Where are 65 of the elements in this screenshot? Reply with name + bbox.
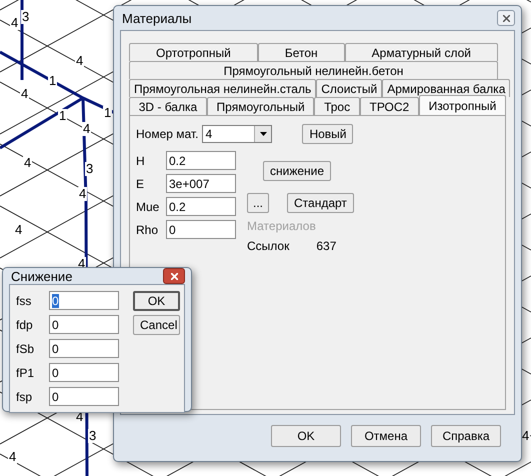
close-button[interactable] [497,10,515,26]
tab[interactable]: Ортотропный [129,43,258,61]
window-title: Снижение [11,268,72,284]
dialog-button[interactable]: OK [133,291,180,311]
node-label: 4 [14,223,24,237]
tab[interactable]: Прямоугольная нелинейн.сталь [129,79,316,97]
input-field[interactable]: 0 [49,315,119,334]
tab[interactable]: Трос [314,97,360,115]
node-label: 4 [20,87,30,101]
field-label: fdp [16,318,34,332]
tab[interactable]: Прямоугольный [206,97,314,115]
dialog-button[interactable]: Cancel [133,315,180,335]
field-label: Номер мат. [136,127,198,141]
field-label: Mue [136,200,160,214]
field-label: E [136,176,146,190]
tab[interactable]: Бетон [258,43,345,61]
node-label: 4 [10,16,20,30]
reduction-button[interactable]: снижение [263,161,332,181]
dialog-button[interactable]: Справка [431,425,501,447]
input-field[interactable]: 0 [49,387,119,406]
links-count: 637 [316,239,336,253]
input-field[interactable]: 0 [49,291,119,310]
node-label: 1 [58,109,68,123]
node-label: 4 [75,54,84,68]
ellipsis-button[interactable]: ... [247,193,270,213]
input-field[interactable]: 0 [49,363,119,382]
field-label: fSb [16,342,36,356]
input-field[interactable]: 0 [166,220,236,239]
material-number-dropdown[interactable]: 4 [202,125,272,143]
field-label: H [136,154,146,168]
tab[interactable]: Арматурный слой [344,43,498,61]
standard-button[interactable]: Стандарт [287,193,354,213]
close-icon [502,14,510,22]
input-field[interactable]: 0 [49,339,119,358]
input-field[interactable]: 3e+007 [166,174,236,193]
dropdown-arrow-icon [260,132,267,136]
tab[interactable]: 3D - балка [129,97,207,115]
tab[interactable]: Армированная балка [382,79,510,97]
tab[interactable]: Слоистый [316,79,382,97]
node-label: 4 [78,187,88,201]
node-label: 4 [82,122,92,136]
close-button[interactable] [163,268,185,284]
field-label: fss [16,294,32,308]
node-label: 1 [48,74,58,88]
input-field[interactable]: 0.2 [166,151,236,170]
node-label: 3 [85,162,94,176]
dialog-button[interactable]: OK [271,425,341,447]
input-field[interactable]: 0.2 [166,197,236,216]
field-label: Rho [136,222,160,236]
node-label: 3 [88,429,98,443]
tab[interactable]: Прямоугольный нелинейн.бетон [129,61,498,79]
field-label: fsp [16,390,34,404]
close-icon [170,272,178,280]
window-title: Материалы [122,10,192,26]
tab[interactable]: ТРОС2 [360,97,419,115]
node-label: 4 [23,156,32,170]
node-label: 1 [103,106,112,120]
field-label: fP1 [16,366,36,380]
node-label: 3 [21,10,30,24]
links-label: Ссылок [247,239,290,253]
tab[interactable]: Изотропный [418,95,506,115]
new-button[interactable]: Новый [302,124,354,144]
node-label: 4 [8,450,18,464]
dialog-button[interactable]: Отмена [351,425,421,447]
materials-label: Материалов [247,219,317,233]
